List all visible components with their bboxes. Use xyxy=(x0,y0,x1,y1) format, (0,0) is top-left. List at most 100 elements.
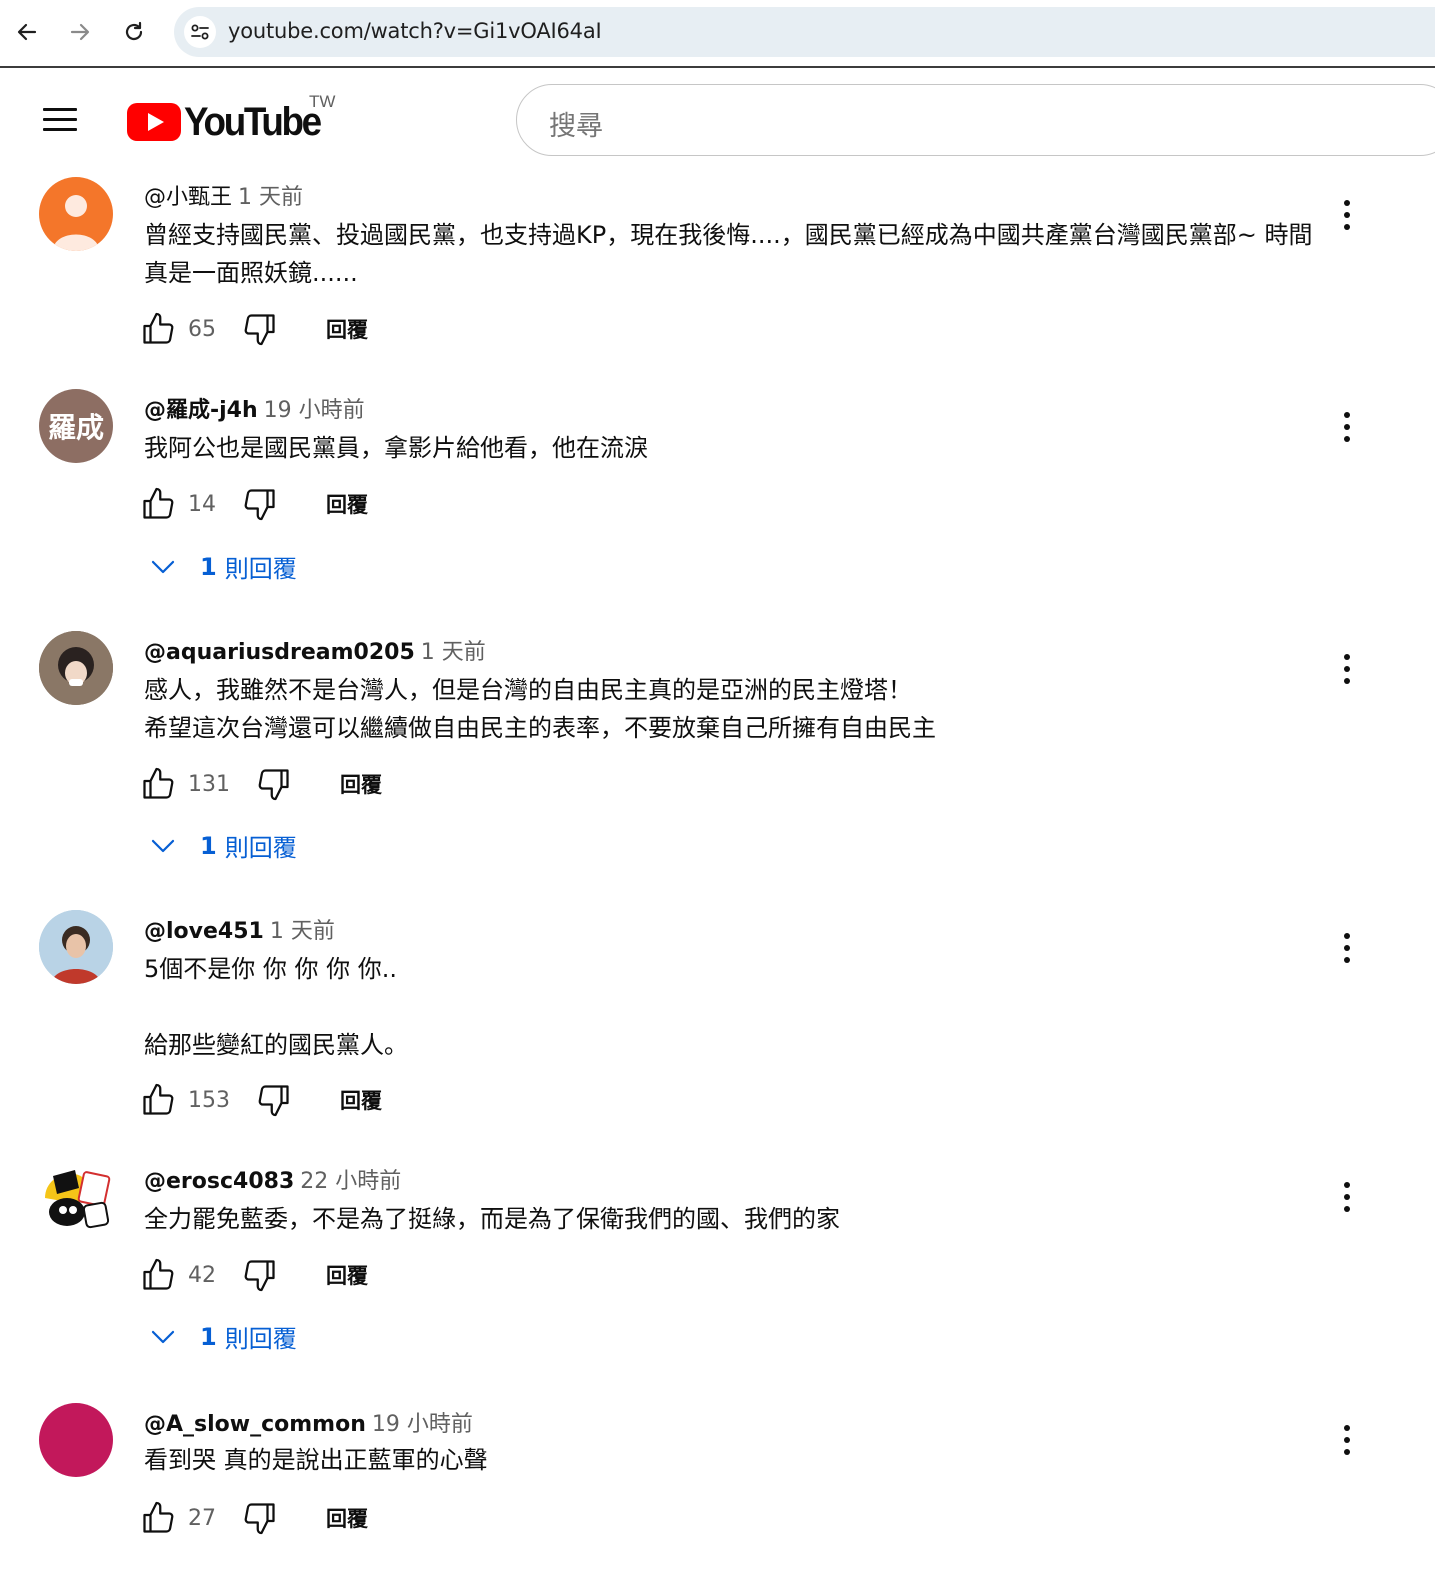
author-name[interactable]: @小甄王 xyxy=(144,185,232,210)
address-bar[interactable]: youtube.com/watch?v=Gi1vOAI64aI xyxy=(174,7,1435,57)
url-text[interactable]: youtube.com/watch?v=Gi1vOAI64aI xyxy=(228,19,602,43)
comment-time[interactable]: 1 天前 xyxy=(421,640,486,665)
comment-text: 曾經支持國民黨、投過國民黨，也支持過KP，現在我後悔....，國民黨已經成為中國… xyxy=(144,221,1313,287)
avatar[interactable] xyxy=(39,177,113,251)
comment-actions: 65 回覆 xyxy=(140,309,368,349)
guide-menu-button[interactable] xyxy=(40,102,82,136)
comment-menu-button[interactable] xyxy=(1334,409,1360,445)
avatar[interactable] xyxy=(39,631,113,705)
comment-header: @erosc4083 22 小時前 xyxy=(144,1163,401,1195)
comment-menu-button[interactable] xyxy=(1334,930,1360,966)
comment-time[interactable]: 1 天前 xyxy=(270,919,335,944)
replies-count: 1 xyxy=(200,552,217,581)
comment-actions: 42 回覆 xyxy=(140,1255,368,1295)
thumbs-up-icon[interactable] xyxy=(140,1500,176,1536)
comment-time[interactable]: 1 天前 xyxy=(238,185,303,210)
avatar[interactable] xyxy=(39,1403,113,1477)
reply-button[interactable]: 回覆 xyxy=(326,489,368,519)
search-placeholder: 搜尋 xyxy=(549,111,603,142)
arrow-right-icon xyxy=(70,23,90,41)
reload-button[interactable] xyxy=(116,14,152,50)
comment-actions: 14 回覆 xyxy=(140,484,368,524)
forward-button[interactable] xyxy=(62,14,98,50)
chevron-down-icon xyxy=(151,560,175,573)
thumbs-down-icon[interactable] xyxy=(256,766,292,802)
comment-menu-button[interactable] xyxy=(1334,197,1360,233)
comment-menu-button[interactable] xyxy=(1334,651,1360,687)
replies-label: 則回覆 xyxy=(224,555,297,583)
comment-menu-button[interactable] xyxy=(1334,1422,1360,1458)
thumbs-down-icon[interactable] xyxy=(242,1257,278,1293)
reply-button[interactable]: 回覆 xyxy=(326,1503,368,1533)
arrow-left-icon xyxy=(17,23,37,41)
region-code: TW xyxy=(309,92,336,111)
comment-header: @羅成-j4h 19 小時前 xyxy=(144,392,365,424)
avatar[interactable] xyxy=(39,910,113,984)
thumbs-up-icon[interactable] xyxy=(140,766,176,802)
view-replies-button[interactable]: 1 則回覆 xyxy=(148,1319,297,1354)
back-button[interactable] xyxy=(9,14,45,50)
comment-actions: 27 回覆 xyxy=(140,1498,368,1538)
comment-header: @A_slow_common 19 小時前 xyxy=(144,1406,473,1438)
comment-text: 看到哭 真的是說出正藍軍的心聲 xyxy=(144,1446,488,1474)
search-input[interactable]: 搜尋 xyxy=(516,84,1435,156)
comment-text: 全力罷免藍委，不是為了挺綠，而是為了保衛我們的國、我們的家 xyxy=(144,1205,840,1233)
comment-time[interactable]: 22 小時前 xyxy=(300,1169,401,1194)
thumbs-down-icon[interactable] xyxy=(256,1082,292,1118)
comment-time[interactable]: 19 小時前 xyxy=(372,1412,473,1437)
reply-button[interactable]: 回覆 xyxy=(326,314,368,344)
thumbs-up-icon[interactable] xyxy=(140,1257,176,1293)
thumbs-up-icon[interactable] xyxy=(140,486,176,522)
user-photo-icon xyxy=(39,631,113,705)
author-name[interactable]: @love451 xyxy=(144,919,264,944)
thumbs-down-icon[interactable] xyxy=(242,311,278,347)
thumbs-down-icon[interactable] xyxy=(242,486,278,522)
chevron-down-icon xyxy=(151,839,175,852)
comment-text: 我阿公也是國民黨員，拿影片給他看，他在流淚 xyxy=(144,434,648,462)
view-replies-button[interactable]: 1 則回覆 xyxy=(148,828,297,863)
comment-time[interactable]: 19 小時前 xyxy=(264,398,365,423)
like-count: 14 xyxy=(188,491,216,517)
reply-button[interactable]: 回覆 xyxy=(340,769,382,799)
thumbs-down-icon[interactable] xyxy=(242,1500,278,1536)
reply-button[interactable]: 回覆 xyxy=(326,1260,368,1290)
youtube-play-icon xyxy=(127,103,181,141)
browser-toolbar: youtube.com/watch?v=Gi1vOAI64aI xyxy=(0,0,1435,68)
comment-menu-button[interactable] xyxy=(1334,1179,1360,1215)
youtube-masthead: YouTube TW 搜尋 xyxy=(0,70,1435,170)
replies-label: 則回覆 xyxy=(224,834,297,862)
like-count: 27 xyxy=(188,1505,216,1531)
like-count: 65 xyxy=(188,316,216,342)
user-photo-icon xyxy=(39,910,113,984)
like-count: 153 xyxy=(188,1087,230,1113)
site-info-button[interactable] xyxy=(184,16,216,48)
thumbs-up-icon[interactable] xyxy=(140,311,176,347)
reply-button[interactable]: 回覆 xyxy=(340,1085,382,1115)
view-replies-button[interactable]: 1 則回覆 xyxy=(148,549,297,584)
author-name[interactable]: @aquariusdream0205 xyxy=(144,640,415,665)
replies-count: 1 xyxy=(200,831,217,860)
author-name[interactable]: @A_slow_common xyxy=(144,1412,366,1437)
thumbs-up-icon[interactable] xyxy=(140,1082,176,1118)
logo-text: YouTube xyxy=(184,99,322,144)
comment-text: 感人，我雖然不是台灣人，但是台灣的自由民主真的是亞洲的民主燈塔！ 希望這次台灣還… xyxy=(144,676,936,742)
cartoon-avatar-icon xyxy=(45,1170,111,1229)
replies-label: 則回覆 xyxy=(224,1325,297,1353)
comment-header: @小甄王 1 天前 xyxy=(144,179,303,211)
reload-icon xyxy=(125,21,143,41)
replies-count: 1 xyxy=(200,1322,217,1351)
comment-header: @love451 1 天前 xyxy=(144,913,335,945)
avatar[interactable] xyxy=(39,1160,113,1234)
youtube-logo[interactable]: YouTube xyxy=(127,99,332,144)
comment-actions: 131 回覆 xyxy=(140,764,382,804)
avatar[interactable]: 羅成 xyxy=(39,389,113,463)
author-name[interactable]: @erosc4083 xyxy=(144,1169,294,1194)
like-count: 131 xyxy=(188,771,230,797)
comment-text: 5個不是你 你 你 你 你.. 給那些變紅的國民黨人。 xyxy=(144,955,408,1059)
chevron-down-icon xyxy=(151,1330,175,1343)
default-avatar-icon xyxy=(53,195,99,251)
tune-icon xyxy=(191,24,209,40)
like-count: 42 xyxy=(188,1262,216,1288)
comment-header: @aquariusdream0205 1 天前 xyxy=(144,634,486,666)
author-name[interactable]: @羅成-j4h xyxy=(144,398,258,423)
